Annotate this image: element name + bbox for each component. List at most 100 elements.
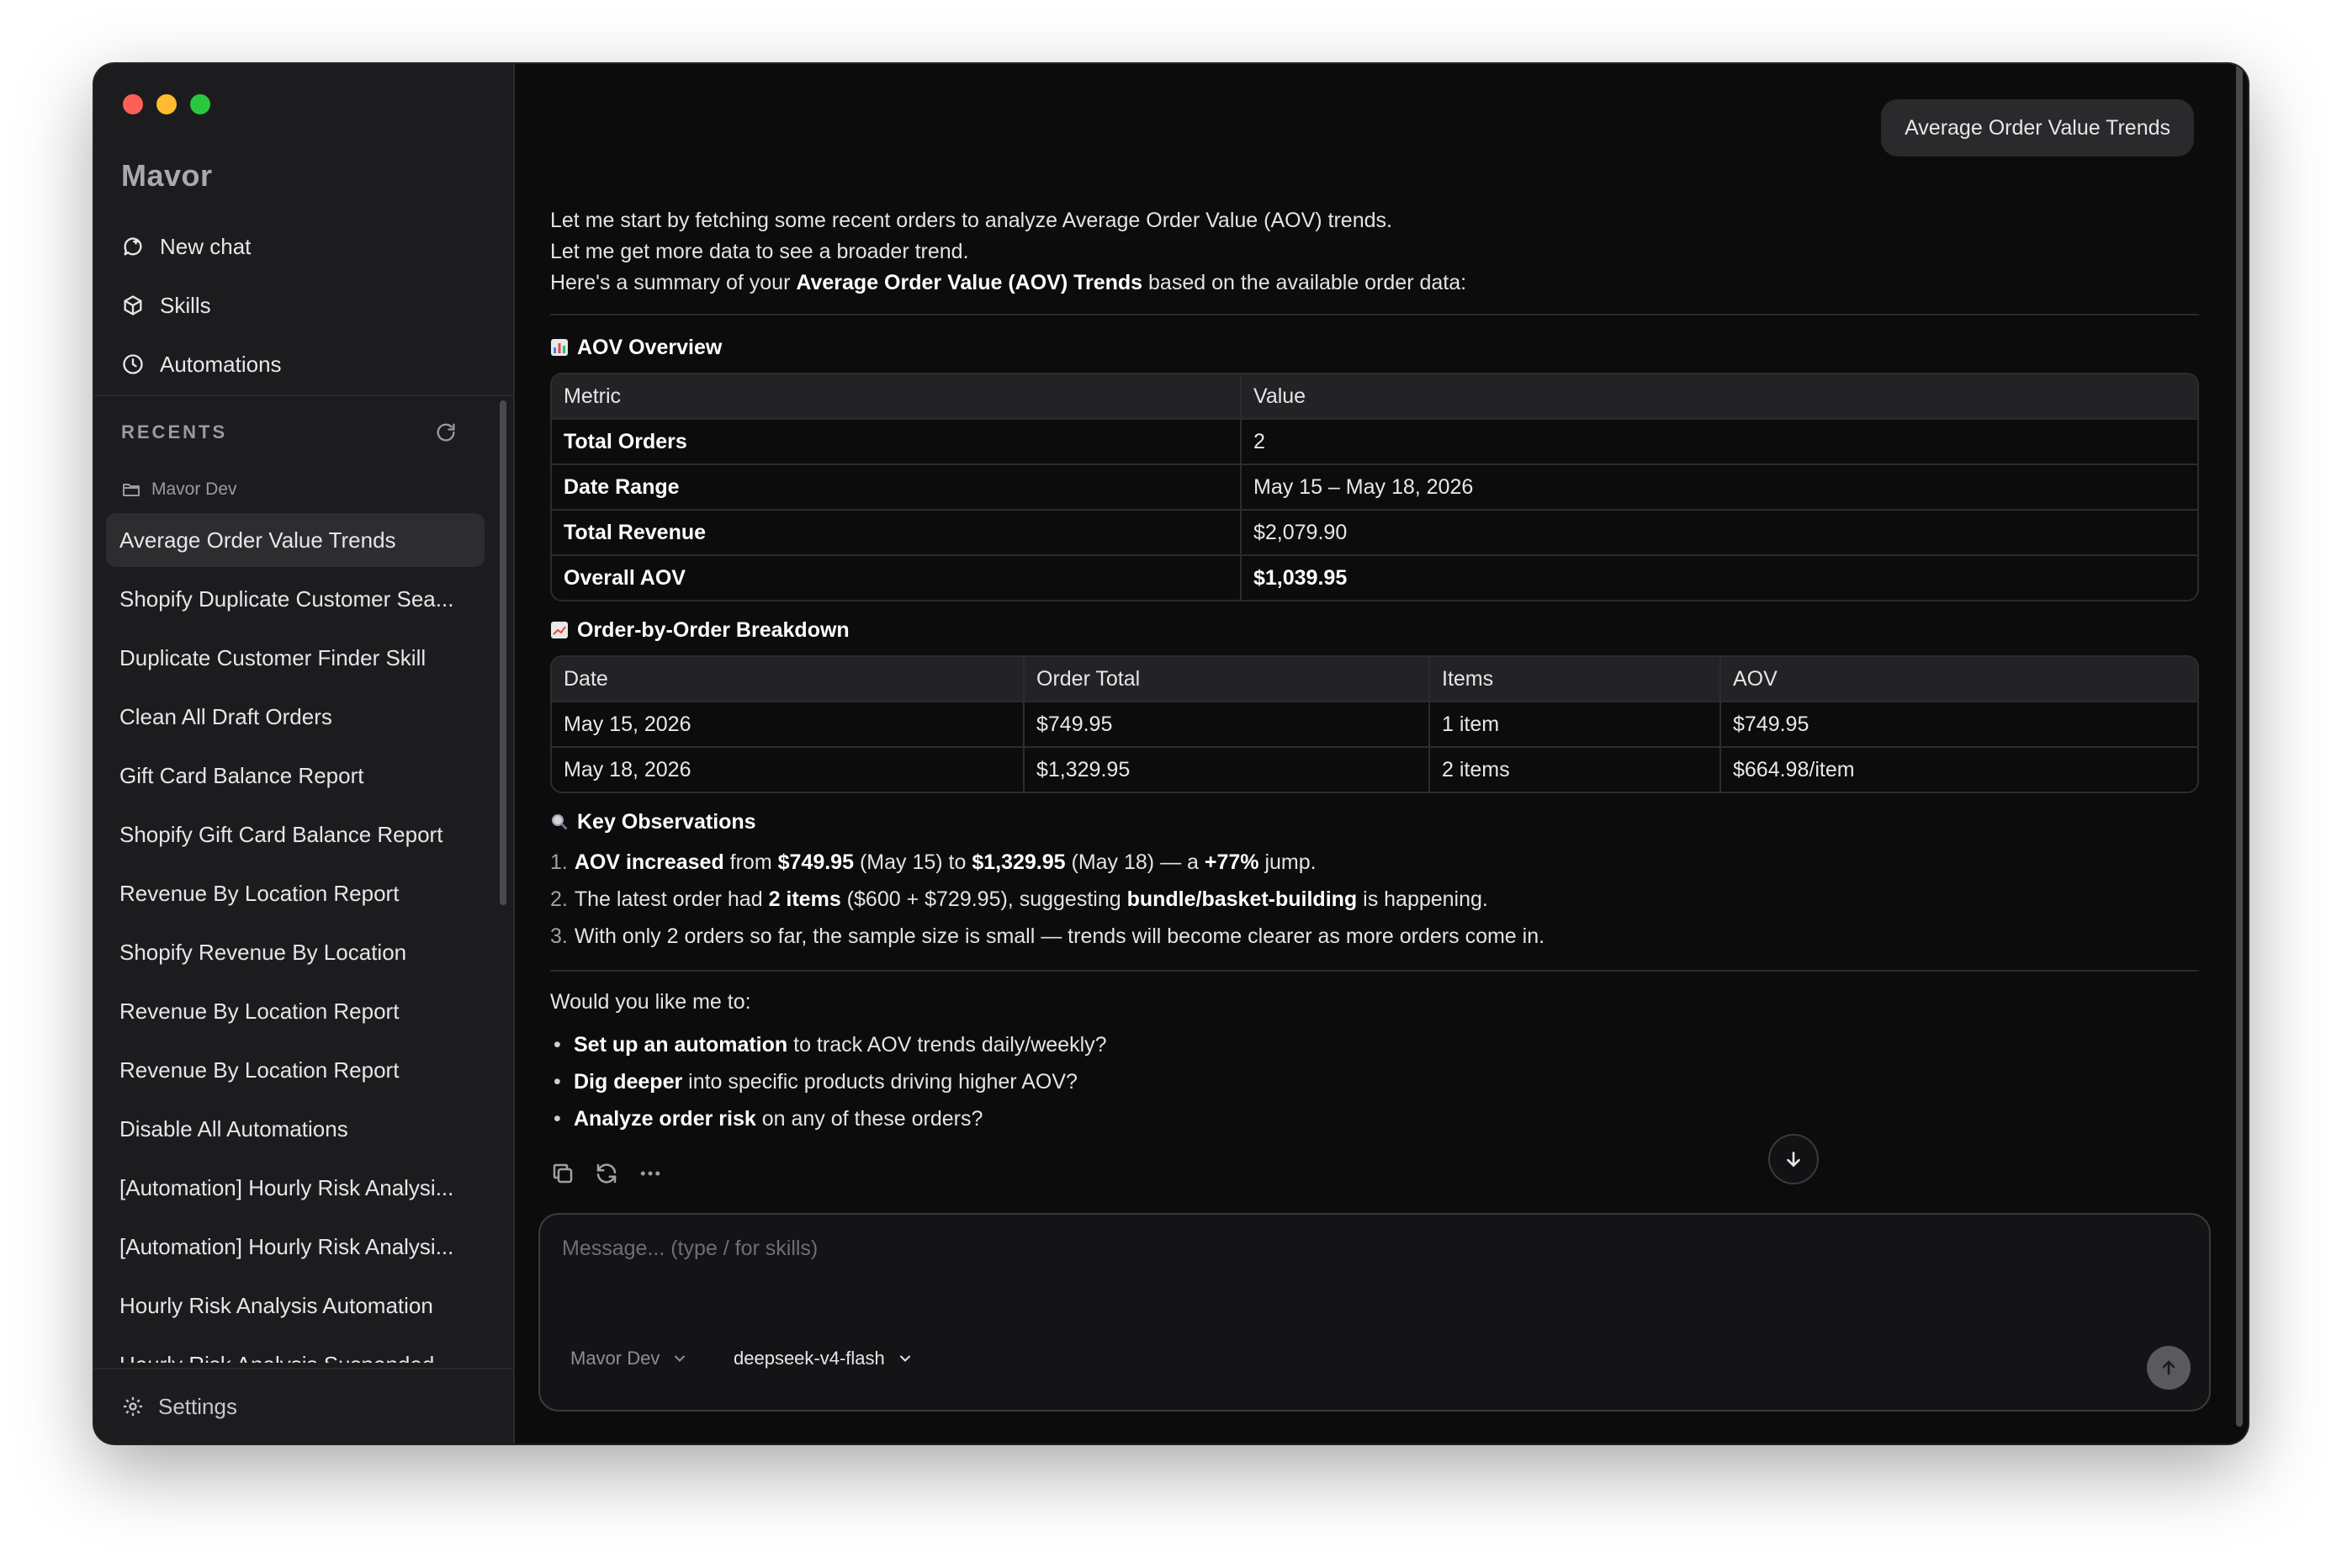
bar-chart-icon bbox=[551, 339, 568, 356]
recent-chat-item[interactable]: Duplicate Customer Finder Skill bbox=[106, 631, 485, 685]
skills-icon bbox=[124, 295, 142, 315]
list-number: 2. bbox=[550, 887, 568, 911]
table-header-row: Date Order Total Items AOV bbox=[552, 657, 2197, 701]
project-selector[interactable]: Mavor Dev bbox=[570, 1348, 688, 1369]
refresh-icon[interactable] bbox=[434, 421, 458, 444]
arrow-down-icon bbox=[1787, 1152, 1800, 1168]
text-span: into specific products driving higher AO… bbox=[682, 1070, 1078, 1094]
settings-button[interactable]: Settings bbox=[94, 1368, 513, 1444]
bold-text: $1,329.95 bbox=[972, 850, 1066, 874]
send-button[interactable] bbox=[2147, 1346, 2191, 1390]
arrow-up-icon bbox=[2162, 1360, 2175, 1375]
minimize-window-button[interactable] bbox=[156, 94, 177, 114]
sidebar: Mavor New chat Skills Automations RECENT… bbox=[94, 64, 515, 1444]
recent-chat-item[interactable]: Revenue By Location Report bbox=[106, 984, 485, 1038]
settings-label: Settings bbox=[158, 1393, 237, 1419]
new-chat-label: New chat bbox=[160, 233, 252, 259]
list-number: 3. bbox=[550, 924, 568, 948]
recents-label: RECENTS bbox=[121, 421, 228, 442]
table-cell: $664.98/item bbox=[1719, 746, 2197, 792]
table-row: Overall AOV $1,039.95 bbox=[552, 554, 2197, 600]
conversation-title[interactable]: Average Order Value Trends bbox=[1881, 99, 2194, 156]
folder-icon bbox=[123, 484, 140, 496]
recent-chat-item[interactable]: Shopify Duplicate Customer Sea... bbox=[106, 572, 485, 626]
recent-chats-list: Average Order Value Trends Shopify Dupli… bbox=[106, 513, 485, 1363]
message-paragraph: Let me start by fetching some recent ord… bbox=[550, 209, 1392, 232]
section-title-text: Order-by-Order Breakdown bbox=[577, 617, 850, 642]
bold-text: +77% bbox=[1204, 850, 1259, 874]
recent-chat-item[interactable]: [Automation] Hourly Risk Analysi... bbox=[106, 1161, 485, 1215]
table-row: Date Range May 15 – May 18, 2026 bbox=[552, 464, 2197, 509]
table-cell: May 18, 2026 bbox=[552, 746, 1023, 792]
list-number: 1. bbox=[550, 850, 568, 874]
column-header: Date bbox=[552, 657, 1023, 701]
more-icon[interactable] bbox=[638, 1161, 663, 1186]
text-span: Here's a summary of your bbox=[550, 271, 797, 294]
close-window-button[interactable] bbox=[123, 94, 143, 114]
text-span: to track AOV trends daily/weekly? bbox=[787, 1033, 1107, 1057]
divider bbox=[550, 970, 2199, 972]
message-paragraph: Would you like me to: bbox=[550, 990, 751, 1014]
new-chat-icon bbox=[124, 237, 142, 256]
column-header: Items bbox=[1428, 657, 1719, 701]
table-cell: 1 item bbox=[1428, 701, 1719, 746]
skills-label: Skills bbox=[160, 292, 211, 318]
bold-text: AOV increased bbox=[574, 850, 724, 874]
regenerate-icon[interactable] bbox=[594, 1161, 619, 1186]
table-header-row: Metric Value bbox=[552, 374, 2197, 418]
maximize-window-button[interactable] bbox=[190, 94, 210, 114]
recent-chat-item[interactable]: Gift Card Balance Report bbox=[106, 749, 485, 803]
recent-chat-item[interactable]: Shopify Revenue By Location bbox=[106, 925, 485, 979]
recent-chat-item[interactable]: [Automation] Hourly Risk Analysi... bbox=[106, 1220, 485, 1274]
table-cell: $749.95 bbox=[1719, 701, 2197, 746]
table-row: May 15, 2026 $749.95 1 item $749.95 bbox=[552, 701, 2197, 746]
table-cell: Date Range bbox=[552, 464, 1240, 509]
automations-button[interactable]: Automations bbox=[118, 335, 496, 394]
column-header: Order Total bbox=[1023, 657, 1428, 701]
magnifier-icon bbox=[552, 814, 568, 830]
skills-button[interactable]: Skills bbox=[118, 276, 496, 335]
recent-chat-item[interactable]: Average Order Value Trends bbox=[106, 513, 485, 567]
window-controls bbox=[123, 94, 210, 114]
clock-icon bbox=[123, 354, 143, 374]
recent-chat-item[interactable]: Revenue By Location Report bbox=[106, 1043, 485, 1097]
model-selector-label: deepseek-v4-flash bbox=[734, 1348, 885, 1369]
text-span: is happening. bbox=[1357, 887, 1488, 911]
overview-table: Metric Value Total Orders 2 Date Range M… bbox=[550, 373, 2199, 601]
list-item: 1. AOV increased from $749.95 (May 15) to… bbox=[550, 844, 2199, 881]
trend-chart-icon bbox=[551, 622, 568, 638]
recent-chat-item[interactable]: Shopify Gift Card Balance Report bbox=[106, 808, 485, 861]
recent-chat-item[interactable]: Hourly Risk Analysis Automation bbox=[106, 1279, 485, 1332]
text-span: With only 2 orders so far, the sample si… bbox=[574, 924, 1545, 948]
main-scrollbar[interactable] bbox=[2236, 64, 2243, 1427]
recent-chat-item[interactable]: Revenue By Location Report bbox=[106, 866, 485, 920]
copy-icon[interactable] bbox=[550, 1161, 575, 1186]
app-logo: Mavor bbox=[121, 158, 213, 193]
breakdown-table: Date Order Total Items AOV May 15, 2026 … bbox=[550, 655, 2199, 793]
section-title-text: Key Observations bbox=[577, 809, 756, 834]
model-selector[interactable]: deepseek-v4-flash bbox=[734, 1348, 914, 1369]
text-span: ($600 + $729.95), suggesting bbox=[840, 887, 1127, 911]
text-span: (May 15) to bbox=[854, 850, 972, 874]
section-heading: Key Observations bbox=[550, 805, 2199, 839]
sidebar-scrollbar[interactable] bbox=[500, 400, 506, 905]
message-paragraph: Let me get more data to see a broader tr… bbox=[550, 240, 969, 263]
message-composer: Mavor Dev deepseek-v4-flash bbox=[538, 1213, 2211, 1412]
table-cell: May 15, 2026 bbox=[552, 701, 1023, 746]
new-chat-button[interactable]: New chat bbox=[118, 217, 496, 276]
recent-chat-item[interactable]: Clean All Draft Orders bbox=[106, 690, 485, 744]
list-item: 2. The latest order had 2 items ($600 + $… bbox=[550, 881, 2199, 918]
recents-header: RECENTS bbox=[121, 421, 458, 444]
section-heading: Order-by-Order Breakdown bbox=[550, 613, 2199, 647]
table-cell: Total Revenue bbox=[552, 509, 1240, 554]
text-span: based on the available order data: bbox=[1142, 271, 1467, 294]
recent-chat-item[interactable]: Disable All Automations bbox=[106, 1102, 485, 1156]
list-item: Set up an automation to track AOV trends… bbox=[550, 1026, 2199, 1063]
section-heading: AOV Overview bbox=[550, 331, 2199, 364]
project-folder[interactable]: Mavor Dev bbox=[121, 479, 237, 500]
text-span: on any of these orders? bbox=[755, 1107, 983, 1131]
message-paragraph: Here's a summary of your Average Order V… bbox=[550, 268, 2199, 299]
recent-chat-item[interactable]: Hourly Risk Analysis Suspended bbox=[106, 1338, 485, 1364]
scroll-to-bottom-button[interactable] bbox=[1768, 1134, 1819, 1184]
message-input[interactable] bbox=[562, 1237, 2160, 1304]
